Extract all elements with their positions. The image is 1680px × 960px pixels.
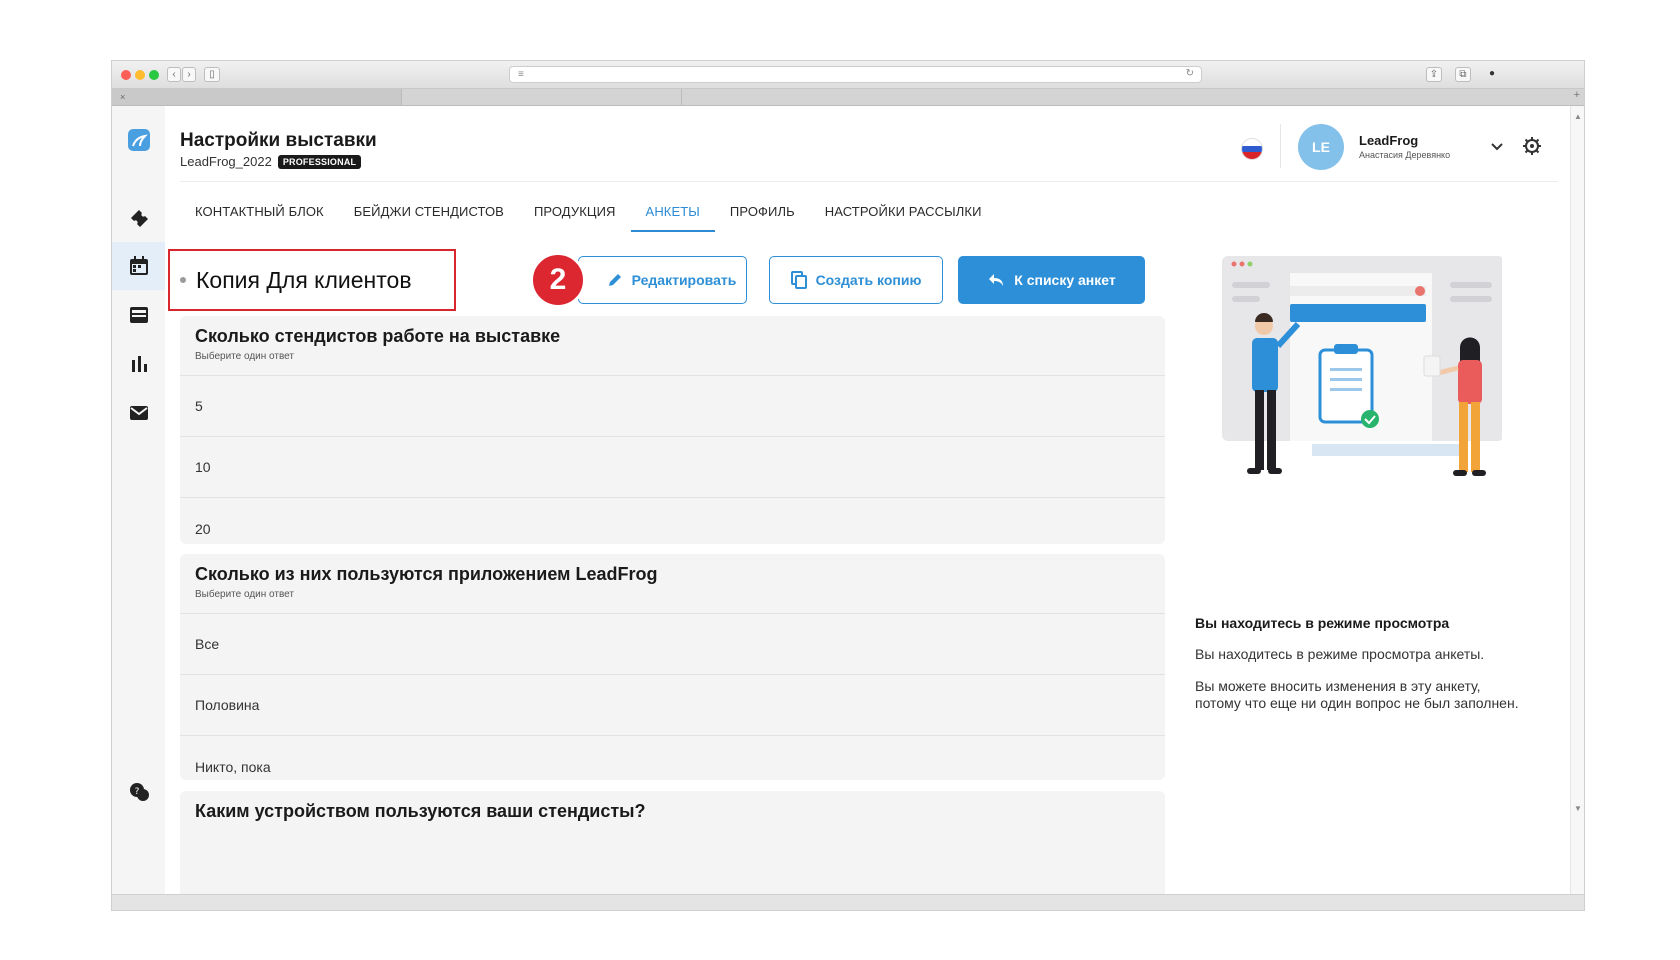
back-to-list-button[interactable]: К списку анкет xyxy=(958,256,1145,304)
view-mode-title: Вы находитесь в режиме просмотра xyxy=(1195,615,1450,631)
view-mode-text: Вы находитесь в режиме просмотра анкеты. xyxy=(1195,646,1485,662)
sidebar-item-support[interactable]: ? xyxy=(112,768,165,816)
back-icon[interactable]: ‹ xyxy=(167,67,181,82)
header-divider xyxy=(1280,124,1281,168)
user-person: Анастасия Деревянко xyxy=(1359,150,1451,160)
new-tab-icon[interactable]: + xyxy=(1574,89,1580,101)
answer-option: Никто, пока xyxy=(195,758,271,775)
chat-help-icon: ? xyxy=(129,783,149,801)
settings-tabs: КОНТАКТНЫЙ БЛОК БЕЙДЖИ СТЕНДИСТОВ ПРОДУК… xyxy=(180,194,997,232)
tab-products[interactable]: ПРОДУКЦИЯ xyxy=(519,194,631,232)
answer-option: Все xyxy=(180,614,1165,675)
answer-option: 20 xyxy=(195,520,211,537)
question-hint: Выберите один ответ xyxy=(195,589,294,600)
app-content: ? Настройки выставки LeadFrog_2022 PROFE… xyxy=(112,106,1572,894)
answer-option: 5 xyxy=(180,376,1165,437)
tab-profile[interactable]: ПРОФИЛЬ xyxy=(715,194,810,232)
sidebar: ? xyxy=(112,106,165,894)
answer-option: Половина xyxy=(180,675,1165,736)
sidebar-item-tickets[interactable] xyxy=(112,194,165,242)
sidebar-item-mail[interactable] xyxy=(112,389,165,437)
address-bar[interactable]: ≡ ↻ xyxy=(509,66,1202,83)
tab-staff-badges[interactable]: БЕЙДЖИ СТЕНДИСТОВ xyxy=(339,194,519,232)
scroll-down-icon[interactable]: ▼ xyxy=(1574,804,1582,813)
question-card: Каким устройством пользуются ваши стенди… xyxy=(180,791,1165,894)
mail-icon xyxy=(129,406,148,420)
question-hint: Выберите один ответ xyxy=(195,351,294,362)
browser-tab[interactable] xyxy=(402,89,682,105)
minimize-window-button[interactable] xyxy=(135,70,145,80)
question-title: Сколько из них пользуются приложением Le… xyxy=(195,564,658,584)
browser-tab-active[interactable]: × xyxy=(112,89,402,105)
scroll-up-icon[interactable]: ▲ xyxy=(1574,112,1582,121)
logo-icon xyxy=(127,129,150,151)
bar-chart-icon xyxy=(131,356,147,372)
chevron-down-icon[interactable] xyxy=(1489,139,1505,160)
app-logo[interactable] xyxy=(112,116,165,164)
language-flag-icon[interactable] xyxy=(1241,138,1263,160)
svg-text:?: ? xyxy=(134,787,139,797)
reply-icon xyxy=(989,274,1004,286)
page-scrollbar[interactable]: ▲ ▼ xyxy=(1570,106,1584,894)
gear-icon[interactable] xyxy=(1522,136,1542,161)
edit-button[interactable]: Редактировать xyxy=(578,256,747,304)
question-header: Сколько стендистов работе на выставке Вы… xyxy=(180,316,1165,376)
tab-contact-block[interactable]: КОНТАКТНЫЙ БЛОК xyxy=(180,194,339,232)
survey-title: Копия Для клиентов xyxy=(196,266,412,293)
copy-icon xyxy=(790,271,807,289)
browser-tab-strip: × + xyxy=(112,89,1584,106)
forward-icon[interactable]: › xyxy=(182,67,196,82)
step-number-badge: 2 xyxy=(530,252,586,308)
reload-icon[interactable]: ↻ xyxy=(1186,68,1194,79)
event-name: LeadFrog_2022 xyxy=(180,154,272,169)
pencil-icon xyxy=(608,274,621,286)
header-separator xyxy=(180,181,1558,182)
inbox-icon xyxy=(129,307,148,323)
maximize-window-button[interactable] xyxy=(149,70,159,80)
event-subtitle: LeadFrog_2022 PROFESSIONAL xyxy=(180,154,362,169)
create-copy-button-label: Создать копию xyxy=(815,272,922,288)
sidebar-item-forms[interactable] xyxy=(112,291,165,339)
browser-status-bar xyxy=(112,894,1584,910)
user-name: LeadFrog xyxy=(1359,133,1419,148)
tab-surveys[interactable]: АНКЕТЫ xyxy=(630,194,715,232)
survey-illustration xyxy=(1222,256,1502,476)
back-to-list-button-label: К списку анкет xyxy=(1014,272,1116,288)
sidebar-toggle-icon[interactable]: ▯ xyxy=(204,67,220,82)
tab-mailing-settings[interactable]: НАСТРОЙКИ РАССЫЛКИ xyxy=(810,194,997,232)
edit-button-label: Редактировать xyxy=(631,272,737,288)
create-copy-button[interactable]: Создать копию xyxy=(769,256,943,304)
browser-window: ‹ › ▯ ≡ ↻ ⇪ ⧉ ● × + ? Настройки выставки… xyxy=(111,60,1585,911)
plan-badge: PROFESSIONAL xyxy=(277,154,362,169)
share-icon[interactable]: ⇪ xyxy=(1426,67,1442,82)
ticket-icon xyxy=(130,210,148,227)
view-mode-edit-hint: Вы можете вносить изменения в эту анкету… xyxy=(1195,678,1519,711)
extension-icon[interactable]: ● xyxy=(1484,67,1500,82)
question-header: Сколько из них пользуются приложением Le… xyxy=(180,554,1165,614)
calendar-icon xyxy=(129,256,148,275)
question-card: Сколько стендистов работе на выставке Вы… xyxy=(180,316,1165,544)
survey-title-highlight: Копия Для клиентов xyxy=(168,249,456,311)
browser-toolbar: ‹ › ▯ ≡ ↻ ⇪ ⧉ ● xyxy=(112,61,1584,89)
question-title: Сколько стендистов работе на выставке xyxy=(195,326,561,346)
question-title: Каким устройством пользуются ваши стенди… xyxy=(195,801,646,821)
close-window-button[interactable] xyxy=(121,70,131,80)
reader-icon[interactable]: ≡ xyxy=(518,69,524,80)
page-title: Настройки выставки xyxy=(180,130,377,151)
status-dot xyxy=(180,277,186,283)
question-card: Сколько из них пользуются приложением Le… xyxy=(180,554,1165,780)
sidebar-item-stats[interactable] xyxy=(112,340,165,388)
tabs-overview-icon[interactable]: ⧉ xyxy=(1455,67,1471,82)
answer-option: 10 xyxy=(180,437,1165,498)
sidebar-item-events[interactable] xyxy=(112,242,165,290)
avatar[interactable]: LE xyxy=(1298,124,1344,170)
